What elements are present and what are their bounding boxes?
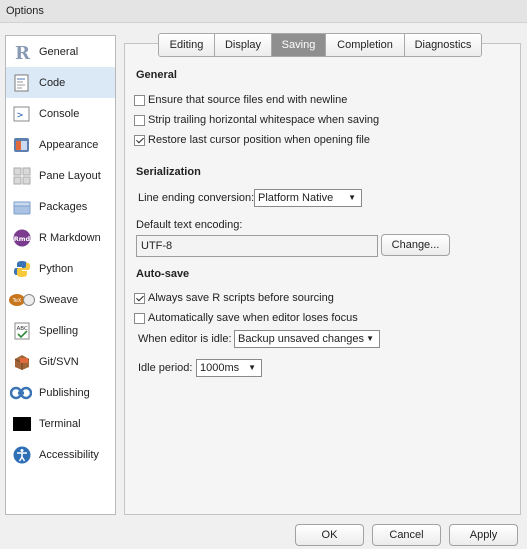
save-before-source-checkbox[interactable] bbox=[134, 292, 145, 304]
sidebar-item-console[interactable]: > Console bbox=[6, 98, 115, 129]
tab-diagnostics[interactable]: Diagnostics bbox=[405, 34, 481, 56]
appearance-icon bbox=[14, 137, 29, 152]
newline-label: Ensure that source files end with newlin… bbox=[148, 94, 348, 106]
autosave-heading: Auto-save bbox=[136, 268, 190, 280]
restore-cursor-option[interactable]: Restore last cursor position when openin… bbox=[134, 133, 370, 147]
sidebar-item-label: Code bbox=[39, 76, 66, 89]
dropdown-arrow-icon: ▼ bbox=[348, 193, 356, 202]
apply-button[interactable]: Apply bbox=[449, 524, 518, 546]
sidebar-item-label: Publishing bbox=[39, 386, 90, 399]
tab-bar: Editing Display Saving Completion Diagno… bbox=[158, 33, 482, 57]
restore-cursor-label: Restore last cursor position when openin… bbox=[148, 134, 370, 146]
r-logo-icon: R bbox=[15, 43, 31, 61]
pane-layout-icon bbox=[13, 167, 31, 184]
sidebar-item-packages[interactable]: Packages bbox=[6, 191, 115, 222]
sidebar-item-pane-layout[interactable]: Pane Layout bbox=[6, 160, 115, 191]
sidebar-item-label: Pane Layout bbox=[39, 169, 101, 182]
python-icon bbox=[14, 260, 30, 277]
change-encoding-button[interactable]: Change... bbox=[381, 234, 450, 256]
save-on-blur-label: Automatically save when editor loses foc… bbox=[148, 312, 358, 324]
sidebar-item-label: Console bbox=[39, 107, 80, 120]
idle-period-label: Idle period: bbox=[138, 362, 193, 374]
newline-option[interactable]: Ensure that source files end with newlin… bbox=[134, 93, 347, 107]
sidebar-item-label: Terminal bbox=[39, 417, 81, 430]
serialization-heading: Serialization bbox=[136, 166, 201, 178]
accessibility-icon bbox=[13, 446, 31, 463]
sidebar-item-r-markdown[interactable]: Rmd R Markdown bbox=[6, 222, 115, 253]
sidebar-item-accessibility[interactable]: Accessibility bbox=[6, 439, 115, 470]
idle-period-value: 1000ms bbox=[200, 362, 240, 374]
save-before-source-option[interactable]: Always save R scripts before sourcing bbox=[134, 291, 334, 305]
idle-action-value: Backup unsaved changes bbox=[238, 333, 364, 345]
sidebar-item-terminal[interactable]: Terminal bbox=[6, 408, 115, 439]
tab-completion[interactable]: Completion bbox=[326, 34, 405, 56]
sidebar-item-sweave[interactable]: TeX Sweave bbox=[6, 284, 115, 315]
restore-cursor-checkbox[interactable] bbox=[134, 134, 145, 146]
encoding-label: Default text encoding: bbox=[136, 219, 243, 231]
window-title: Options bbox=[6, 5, 44, 17]
idle-period-select[interactable]: 1000ms ▼ bbox=[196, 359, 262, 377]
code-icon bbox=[14, 74, 29, 91]
svg-text:Rmd: Rmd bbox=[14, 235, 31, 243]
sidebar-item-publishing[interactable]: Publishing bbox=[6, 377, 115, 408]
sidebar-item-spelling[interactable]: ABC Spelling bbox=[6, 315, 115, 346]
publishing-icon bbox=[10, 386, 32, 399]
save-on-blur-checkbox[interactable] bbox=[134, 312, 145, 324]
sidebar-item-label: R Markdown bbox=[39, 231, 101, 244]
rmd-icon: Rmd bbox=[13, 229, 31, 246]
tab-display[interactable]: Display bbox=[215, 34, 272, 56]
sidebar-item-label: Sweave bbox=[39, 293, 79, 306]
sidebar-item-general[interactable]: R General bbox=[6, 36, 115, 67]
console-icon: > bbox=[13, 106, 30, 121]
idle-action-label: When editor is idle: bbox=[138, 333, 232, 345]
packages-icon bbox=[13, 201, 31, 214]
general-heading: General bbox=[136, 69, 177, 81]
sidebar-item-label: Accessibility bbox=[39, 448, 99, 461]
sidebar-item-code[interactable]: Code bbox=[6, 67, 115, 98]
sidebar-item-python[interactable]: Python bbox=[6, 253, 115, 284]
line-ending-value: Platform Native bbox=[258, 192, 334, 204]
encoding-field[interactable]: UTF-8 bbox=[136, 235, 378, 257]
strip-whitespace-label: Strip trailing horizontal whitespace whe… bbox=[148, 114, 380, 126]
sidebar-item-label: General bbox=[39, 45, 79, 58]
sidebar-item-appearance[interactable]: Appearance bbox=[6, 129, 115, 160]
cancel-button[interactable]: Cancel bbox=[372, 524, 441, 546]
svg-text:TeX: TeX bbox=[12, 298, 22, 304]
title-bar: Options bbox=[0, 0, 527, 23]
strip-whitespace-option[interactable]: Strip trailing horizontal whitespace whe… bbox=[134, 113, 379, 127]
newline-checkbox[interactable] bbox=[134, 94, 145, 106]
svg-text:R: R bbox=[15, 43, 31, 61]
tab-saving[interactable]: Saving bbox=[272, 34, 326, 56]
sidebar-item-label: Python bbox=[39, 262, 74, 275]
sidebar-item-label: Git/SVN bbox=[39, 355, 79, 368]
dropdown-arrow-icon: ▼ bbox=[366, 334, 374, 343]
line-ending-label: Line ending conversion: bbox=[138, 192, 255, 204]
sidebar-item-label: Spelling bbox=[39, 324, 79, 337]
terminal-icon bbox=[13, 416, 31, 431]
line-ending-select[interactable]: Platform Native ▼ bbox=[254, 189, 362, 207]
svg-text:>: > bbox=[17, 110, 23, 121]
strip-whitespace-checkbox[interactable] bbox=[134, 114, 145, 126]
save-on-blur-option[interactable]: Automatically save when editor loses foc… bbox=[134, 311, 358, 325]
git-icon bbox=[14, 354, 30, 370]
dropdown-arrow-icon: ▼ bbox=[248, 363, 256, 372]
save-before-source-label: Always save R scripts before sourcing bbox=[148, 292, 334, 304]
sidebar-item-label: Packages bbox=[39, 200, 88, 213]
idle-action-select[interactable]: Backup unsaved changes ▼ bbox=[234, 330, 380, 348]
ok-button[interactable]: OK bbox=[295, 524, 364, 546]
sidebar-item-git-svn[interactable]: Git/SVN bbox=[6, 346, 115, 377]
spelling-icon: ABC bbox=[14, 322, 30, 339]
sidebar-item-label: Appearance bbox=[39, 138, 99, 151]
sidebar: R General Code > Console Appearance Pane… bbox=[5, 35, 116, 515]
sweave-icon: TeX bbox=[9, 293, 35, 306]
tab-editing[interactable]: Editing bbox=[159, 34, 215, 56]
